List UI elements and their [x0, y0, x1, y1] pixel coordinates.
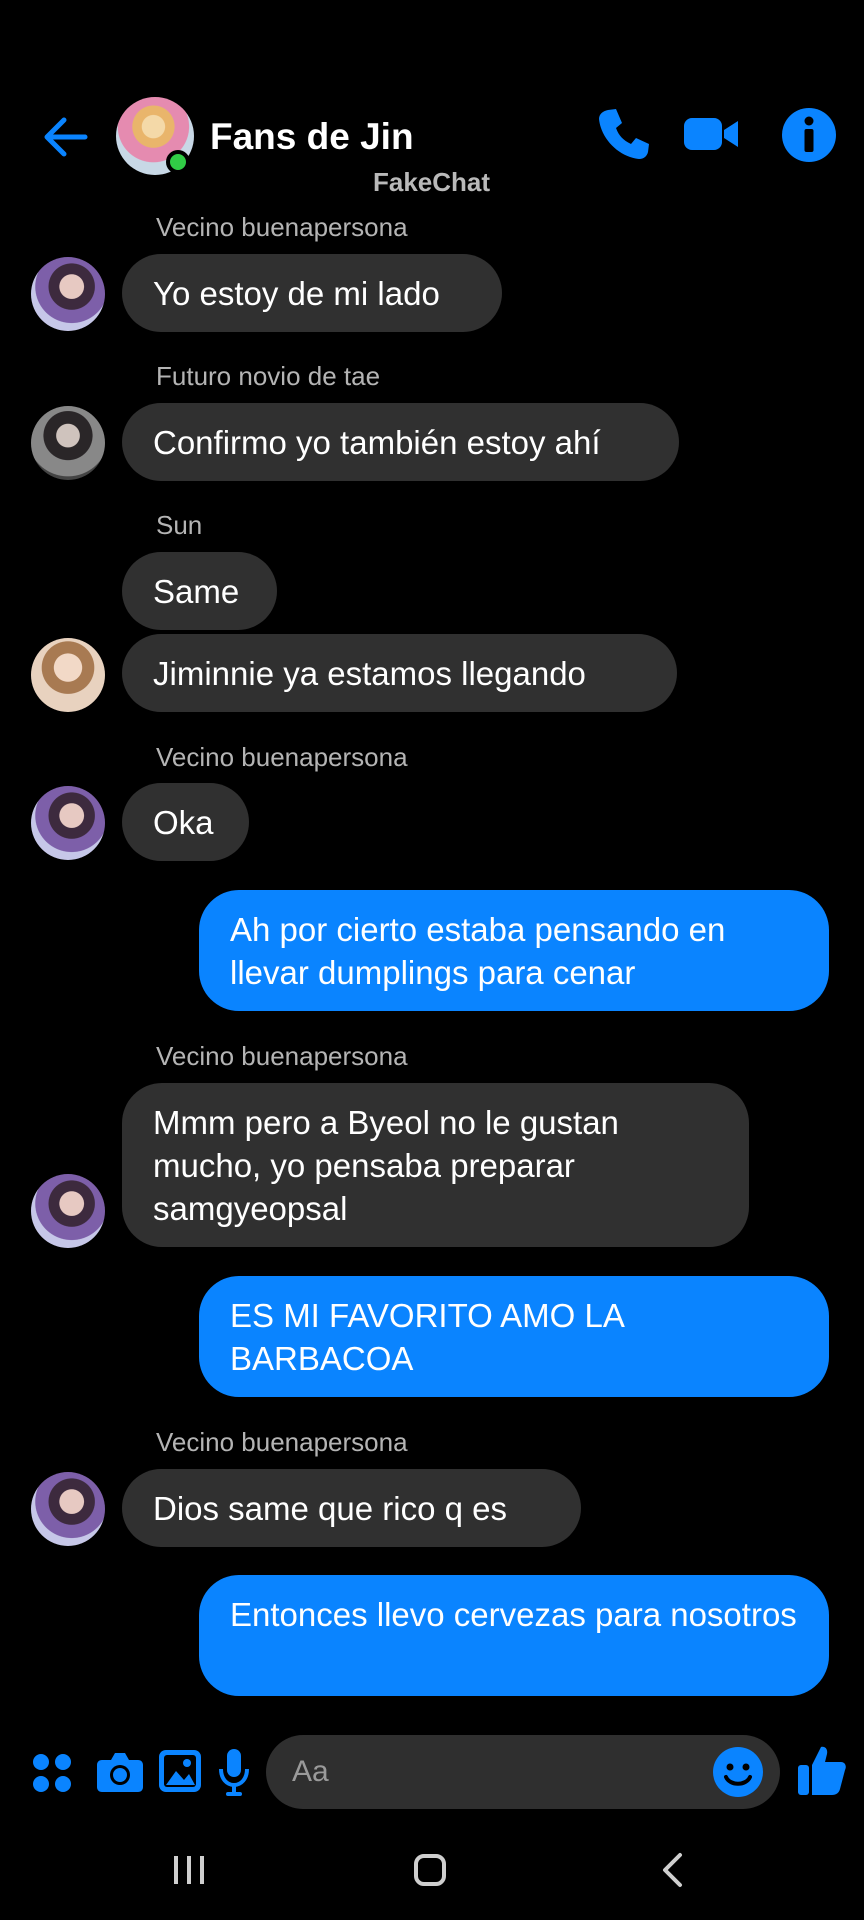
- message-bubble[interactable]: Entonces llevo cervezas para nosotros: [199, 1575, 829, 1696]
- sender-avatar[interactable]: [31, 257, 105, 331]
- message-sender: Sun: [156, 510, 203, 540]
- gallery-icon[interactable]: [158, 1749, 202, 1793]
- recent-apps-icon-bar: [187, 1856, 191, 1884]
- info-icon[interactable]: [778, 104, 840, 166]
- home-icon[interactable]: [414, 1854, 446, 1886]
- sender-avatar[interactable]: [31, 1174, 105, 1248]
- back-arrow-icon[interactable]: [40, 112, 90, 162]
- message-sender: Futuro novio de tae: [156, 361, 381, 391]
- mic-icon[interactable]: [217, 1747, 251, 1797]
- sender-avatar[interactable]: [31, 1472, 105, 1546]
- message-bubble[interactable]: Ah por cierto estaba pensando en llevar …: [199, 890, 829, 1011]
- watermark: FakeChat: [373, 167, 491, 197]
- message-bubble[interactable]: Same: [122, 552, 277, 630]
- message-bubble[interactable]: ES MI FAVORITO AMO LA BARBACOA: [199, 1276, 829, 1397]
- message-bubble[interactable]: Yo estoy de mi lado: [122, 254, 502, 332]
- camera-icon[interactable]: [96, 1748, 144, 1794]
- message-sender: Vecino buenapersona: [156, 212, 408, 242]
- conversation-title[interactable]: Fans de Jin: [210, 114, 414, 160]
- apps-icon[interactable]: [31, 1752, 73, 1794]
- sender-avatar[interactable]: [31, 638, 105, 712]
- video-icon[interactable]: [682, 104, 740, 164]
- phone-icon[interactable]: [594, 104, 654, 164]
- nav-back-icon[interactable]: [660, 1852, 684, 1888]
- message-sender: Vecino buenapersona: [156, 1041, 408, 1071]
- message-bubble[interactable]: Oka: [122, 783, 249, 861]
- sender-avatar[interactable]: [31, 786, 105, 860]
- message-sender: Vecino buenapersona: [156, 742, 408, 772]
- recent-apps-icon-bar: [200, 1856, 204, 1884]
- online-indicator: [166, 150, 190, 174]
- message-bubble[interactable]: Dios same que rico q es: [122, 1469, 581, 1547]
- message-bubble[interactable]: Mmm pero a Byeol no le gustan mucho, yo …: [122, 1083, 749, 1247]
- message-sender: Vecino buenapersona: [156, 1427, 408, 1457]
- recent-apps-icon[interactable]: [174, 1856, 178, 1884]
- thumbs-up-icon[interactable]: [797, 1743, 847, 1797]
- message-bubble[interactable]: Jiminnie ya estamos llegando: [122, 634, 677, 712]
- emoji-icon[interactable]: [712, 1746, 764, 1798]
- message-bubble[interactable]: Confirmo yo también estoy ahí: [122, 403, 679, 481]
- message-input-placeholder: Aa: [292, 1755, 329, 1788]
- sender-avatar[interactable]: [31, 406, 105, 480]
- message-input[interactable]: [266, 1735, 780, 1809]
